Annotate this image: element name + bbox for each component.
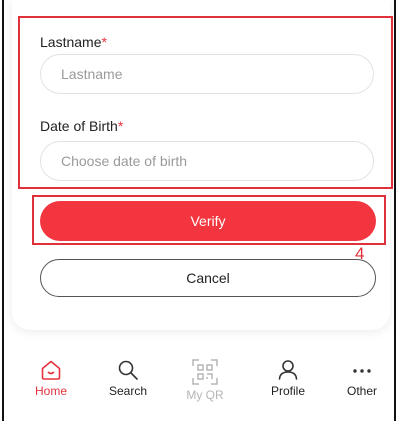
required-marker: *: [101, 34, 107, 50]
nav-label-profile: Profile: [270, 384, 305, 398]
profile-icon: [278, 360, 298, 380]
verify-button[interactable]: Verify: [40, 201, 376, 241]
more-icon: [353, 369, 371, 373]
qr-icon: [192, 359, 218, 385]
nav-item-profile[interactable]: Profile: [256, 346, 320, 410]
nav-item-search[interactable]: Search: [96, 346, 160, 410]
nav-item-my-qr[interactable]: My QR: [173, 346, 237, 410]
dob-input[interactable]: [40, 141, 374, 181]
nav-item-other[interactable]: Other: [330, 346, 394, 410]
nav-label-my-qr: My QR: [186, 388, 224, 402]
lastname-label: Lastname*: [40, 34, 107, 50]
required-marker: *: [117, 118, 124, 134]
nav-label-home: Home: [34, 384, 67, 398]
home-icon: [41, 360, 61, 380]
dob-label: Date of Birth*: [40, 118, 123, 134]
nav-item-home[interactable]: Home: [19, 346, 83, 410]
nav-label-search: Search: [108, 384, 148, 398]
right-border: [394, 0, 396, 421]
cancel-button[interactable]: Cancel: [40, 259, 376, 297]
lastname-label-text: Lastname: [40, 34, 102, 50]
dob-label-text: Date of Birth: [40, 118, 118, 134]
lastname-input[interactable]: [40, 54, 374, 94]
search-icon: [118, 360, 138, 380]
nav-label-other: Other: [346, 384, 377, 398]
bottom-nav: Home Search My QR Profile Other: [4, 346, 394, 421]
